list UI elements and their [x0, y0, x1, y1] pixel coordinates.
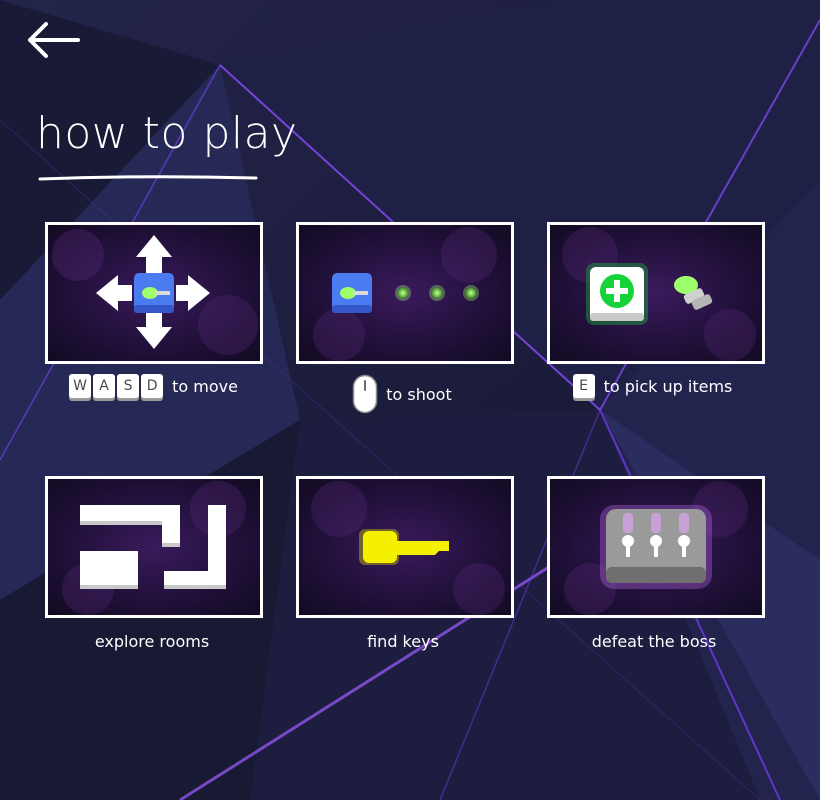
- card-move: [45, 222, 263, 364]
- key-a: A: [93, 374, 116, 398]
- card-keys: [296, 476, 514, 618]
- arrows-move-icon: [96, 235, 210, 349]
- key-s: S: [117, 374, 140, 398]
- back-arrow-icon[interactable]: [24, 18, 84, 64]
- caption-shoot-text: to shoot: [386, 384, 452, 404]
- weapon-item-icon: [674, 276, 713, 310]
- card-shoot: [296, 222, 514, 364]
- caption-boss: defeat the boss: [591, 632, 717, 651]
- key-w: W: [69, 374, 92, 398]
- page-title: how to play: [36, 108, 298, 159]
- card-pickup: [547, 222, 765, 364]
- shooting-player-art: [332, 273, 479, 313]
- card-boss: [547, 476, 765, 618]
- rooms-map-icon: [80, 505, 226, 589]
- key-icon: [359, 529, 449, 565]
- card-explore: [45, 476, 263, 618]
- wasd-keys: W A S D: [68, 374, 164, 398]
- health-pickup-icon: [586, 263, 713, 325]
- caption-pickup-text: to pick up items: [603, 376, 733, 396]
- key-d: D: [141, 374, 164, 398]
- boss-icon: [600, 505, 712, 589]
- mouse-icon: [353, 374, 378, 414]
- caption-pickup: E to pick up items: [502, 374, 802, 398]
- title-underline: [38, 175, 258, 181]
- key-e: E: [572, 374, 595, 398]
- caption-move-text: to move: [172, 376, 238, 396]
